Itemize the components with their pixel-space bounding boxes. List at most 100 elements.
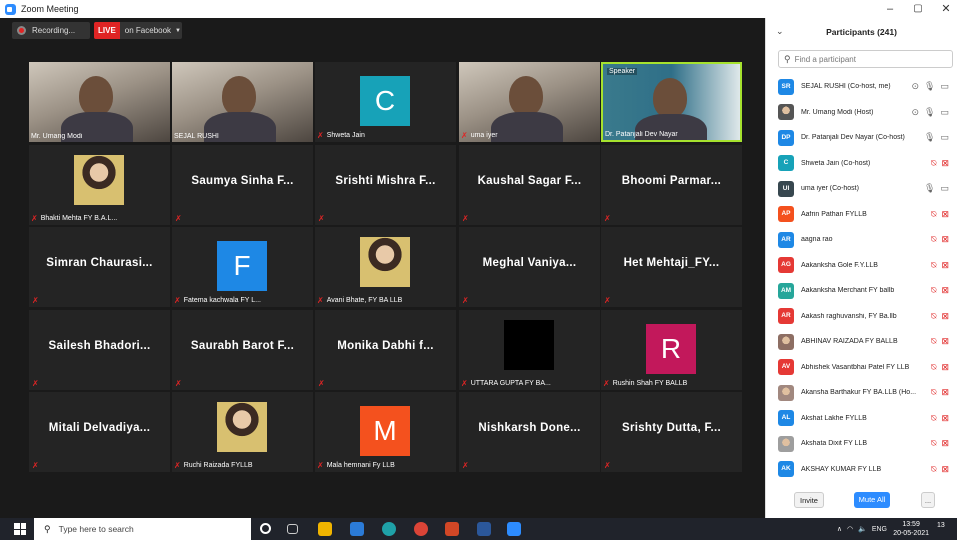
video-off-icon[interactable]: ⊠ bbox=[941, 260, 949, 271]
participant-row[interactable]: AR Aakash raghuvanshi, FY Ba.llb ⍉ ⊠ bbox=[766, 304, 957, 330]
video-off-icon[interactable]: ⊠ bbox=[941, 387, 949, 398]
mute-all-button[interactable]: Mute All bbox=[854, 492, 890, 508]
video-off-icon[interactable]: ⊠ bbox=[941, 336, 949, 347]
muted-mic-icon[interactable]: ⍉ bbox=[931, 260, 936, 271]
muted-mic-icon[interactable]: ⍉ bbox=[931, 209, 936, 220]
video-tile[interactable]: Mitali Delvadiya... ✗ bbox=[29, 392, 170, 472]
muted-mic-icon[interactable]: ⍉ bbox=[931, 387, 936, 398]
video-tile[interactable]: M ✗ Mala hemnani Fy LLB bbox=[315, 392, 456, 472]
participant-search-input[interactable]: ⚲ Find a participant bbox=[778, 50, 953, 68]
video-off-icon[interactable]: ⊠ bbox=[941, 311, 949, 322]
video-off-icon[interactable]: ⊠ bbox=[941, 209, 949, 220]
participant-row[interactable]: AM Aakanksha Merchant FY ballb ⍉ ⊠ bbox=[766, 278, 957, 304]
video-off-icon[interactable]: ⊠ bbox=[941, 234, 949, 245]
speaker-icon[interactable]: 🔈 bbox=[858, 525, 867, 533]
video-tile[interactable]: R ✗ Rushin Shah FY BALLB bbox=[601, 310, 742, 390]
participant-row[interactable]: AR aagna rao ⍉ ⊠ bbox=[766, 227, 957, 253]
more-options-button[interactable]: ... bbox=[921, 492, 935, 508]
participant-row[interactable]: AP Aafrin Pathan FYLLB ⍉ ⊠ bbox=[766, 202, 957, 228]
video-tile[interactable]: Meghal Vaniya... ✗ bbox=[459, 227, 600, 307]
clock[interactable]: 13:59 20-05-2021 bbox=[893, 520, 929, 538]
tray-up-icon[interactable]: ∧ bbox=[837, 525, 842, 533]
edge-icon[interactable] bbox=[382, 522, 396, 536]
video-off-icon[interactable]: ⊠ bbox=[941, 438, 949, 449]
notification-center-icon[interactable]: 13 bbox=[937, 522, 951, 536]
participant-row[interactable]: ABHINAV RAIZADA FY BALLB ⍉ ⊠ bbox=[766, 329, 957, 355]
search-icon: ⚲ bbox=[784, 53, 791, 64]
microphone-icon[interactable]: 🎙 bbox=[924, 183, 935, 194]
recording-indicator[interactable]: Recording... bbox=[12, 22, 90, 39]
task-view-icon[interactable] bbox=[287, 524, 298, 534]
word-icon[interactable] bbox=[477, 522, 491, 536]
participant-row[interactable]: AV Abhishek Vasantbhai Patel FY LLB ⍉ ⊠ bbox=[766, 355, 957, 381]
participant-row[interactable]: AK AKSHAY KUMAR FY LLB ⍉ ⊠ bbox=[766, 457, 957, 483]
file-explorer-icon[interactable] bbox=[318, 522, 332, 536]
muted-mic-icon[interactable]: ⍉ bbox=[931, 362, 936, 373]
taskbar-search-box[interactable]: ⚲ Type here to search bbox=[34, 518, 251, 540]
muted-mic-icon[interactable]: ⍉ bbox=[931, 413, 936, 424]
video-tile[interactable]: Nishkarsh Done... ✗ bbox=[459, 392, 600, 472]
video-tile[interactable]: Monika Dabhi f... ✗ bbox=[315, 310, 456, 390]
participant-row[interactable]: AL Akshat Lakhe FYLLB ⍉ ⊠ bbox=[766, 406, 957, 432]
microphone-icon[interactable]: 🎙 bbox=[924, 81, 935, 92]
video-camera-icon[interactable]: ▭ bbox=[940, 132, 949, 143]
video-tile[interactable]: Mr. Umang Modi bbox=[29, 62, 170, 142]
video-tile[interactable]: Het Mehtaji_FY... ✗ bbox=[601, 227, 742, 307]
participant-row[interactable]: Akansha Barthakur FY BA.LLB (Ho... ⍉ ⊠ bbox=[766, 380, 957, 406]
close-button[interactable]: ✕ bbox=[930, 0, 957, 18]
participant-row[interactable]: Akshata Dixit FY LLB ⍉ ⊠ bbox=[766, 431, 957, 457]
muted-mic-icon[interactable]: ⍉ bbox=[931, 464, 936, 475]
invite-button[interactable]: Invite bbox=[794, 492, 824, 508]
video-off-icon[interactable]: ⊠ bbox=[941, 362, 949, 373]
video-tile[interactable]: Sailesh Bhadori... ✗ bbox=[29, 310, 170, 390]
muted-mic-icon[interactable]: ⍉ bbox=[931, 234, 936, 245]
network-icon[interactable]: ◠ bbox=[847, 525, 853, 533]
cortana-icon[interactable] bbox=[260, 523, 271, 534]
chrome-icon[interactable] bbox=[414, 522, 428, 536]
mail-icon[interactable] bbox=[350, 522, 364, 536]
video-tile[interactable]: C ✗ Shweta Jain bbox=[315, 62, 456, 142]
video-tile[interactable]: ✗ Bhakti Mehta FY B.A.L... bbox=[29, 145, 170, 225]
video-off-icon[interactable]: ⊠ bbox=[941, 158, 949, 169]
video-tile[interactable]: Speaker Dr. Patanjali Dev Nayar bbox=[601, 62, 742, 142]
participant-row[interactable]: AG Aakanksha Gole F.Y.LLB ⍉ ⊠ bbox=[766, 253, 957, 279]
video-tile[interactable]: F ✗ Fatema kachwala FY L... bbox=[172, 227, 313, 307]
video-tile[interactable]: SEJAL RUSHI bbox=[172, 62, 313, 142]
tray-lang[interactable]: ENG bbox=[872, 526, 887, 533]
powerpoint-icon[interactable] bbox=[445, 522, 459, 536]
video-tile[interactable]: Simran Chaurasi... ✗ bbox=[29, 227, 170, 307]
video-camera-icon[interactable]: ▭ bbox=[940, 183, 949, 194]
video-tile[interactable]: ✗ Avani Bhate, FY BA LLB bbox=[315, 227, 456, 307]
participant-row[interactable]: DP Dr. Patanjali Dev Nayar (Co-host) 🎙 ▭ bbox=[766, 125, 957, 151]
microphone-icon[interactable]: 🎙 bbox=[924, 107, 935, 118]
video-tile[interactable]: Srishty Dutta, F... ✗ bbox=[601, 392, 742, 472]
participant-row[interactable]: C Shweta Jain (Co-host) ⍉ ⊠ bbox=[766, 151, 957, 177]
video-tile[interactable]: Saumya Sinha F... ✗ bbox=[172, 145, 313, 225]
video-camera-icon[interactable]: ▭ bbox=[940, 81, 949, 92]
microphone-icon[interactable]: 🎙 bbox=[924, 132, 935, 143]
video-tile[interactable]: ✗ uma iyer bbox=[459, 62, 600, 142]
muted-mic-icon[interactable]: ⍉ bbox=[931, 158, 936, 169]
participant-row[interactable]: SR SEJAL RUSHI (Co-host, me) ⊙ 🎙 ▭ bbox=[766, 74, 957, 100]
participant-row[interactable]: Mr. Umang Modi (Host) ⊙ 🎙 ▭ bbox=[766, 100, 957, 126]
muted-mic-icon[interactable]: ⍉ bbox=[931, 285, 936, 296]
video-tile[interactable]: ✗ UTTARA GUPTA FY BA... bbox=[459, 310, 600, 390]
zoom-taskbar-icon[interactable] bbox=[507, 522, 521, 536]
windows-start-icon[interactable] bbox=[14, 523, 26, 535]
participant-name: uma iyer bbox=[470, 132, 498, 139]
live-stream-dropdown[interactable]: LIVE on Facebook ▼ bbox=[94, 22, 182, 39]
video-tile[interactable]: ✗ Ruchi Raizada FYLLB bbox=[172, 392, 313, 472]
video-tile[interactable]: Bhoomi Parmar... ✗ bbox=[601, 145, 742, 225]
video-off-icon[interactable]: ⊠ bbox=[941, 413, 949, 424]
muted-mic-icon[interactable]: ⍉ bbox=[931, 336, 936, 347]
video-tile[interactable]: Saurabh Barot F... ✗ bbox=[172, 310, 313, 390]
video-off-icon[interactable]: ⊠ bbox=[941, 464, 949, 475]
muted-mic-icon[interactable]: ⍉ bbox=[931, 311, 936, 322]
avatar: UI bbox=[778, 180, 794, 197]
video-camera-icon[interactable]: ▭ bbox=[940, 107, 949, 118]
muted-mic-icon[interactable]: ⍉ bbox=[931, 438, 936, 449]
video-tile[interactable]: Kaushal Sagar F... ✗ bbox=[459, 145, 600, 225]
video-tile[interactable]: Srishti Mishra F... ✗ bbox=[315, 145, 456, 225]
participant-row[interactable]: UI uma iyer (Co-host) 🎙 ▭ bbox=[766, 176, 957, 202]
video-off-icon[interactable]: ⊠ bbox=[941, 285, 949, 296]
